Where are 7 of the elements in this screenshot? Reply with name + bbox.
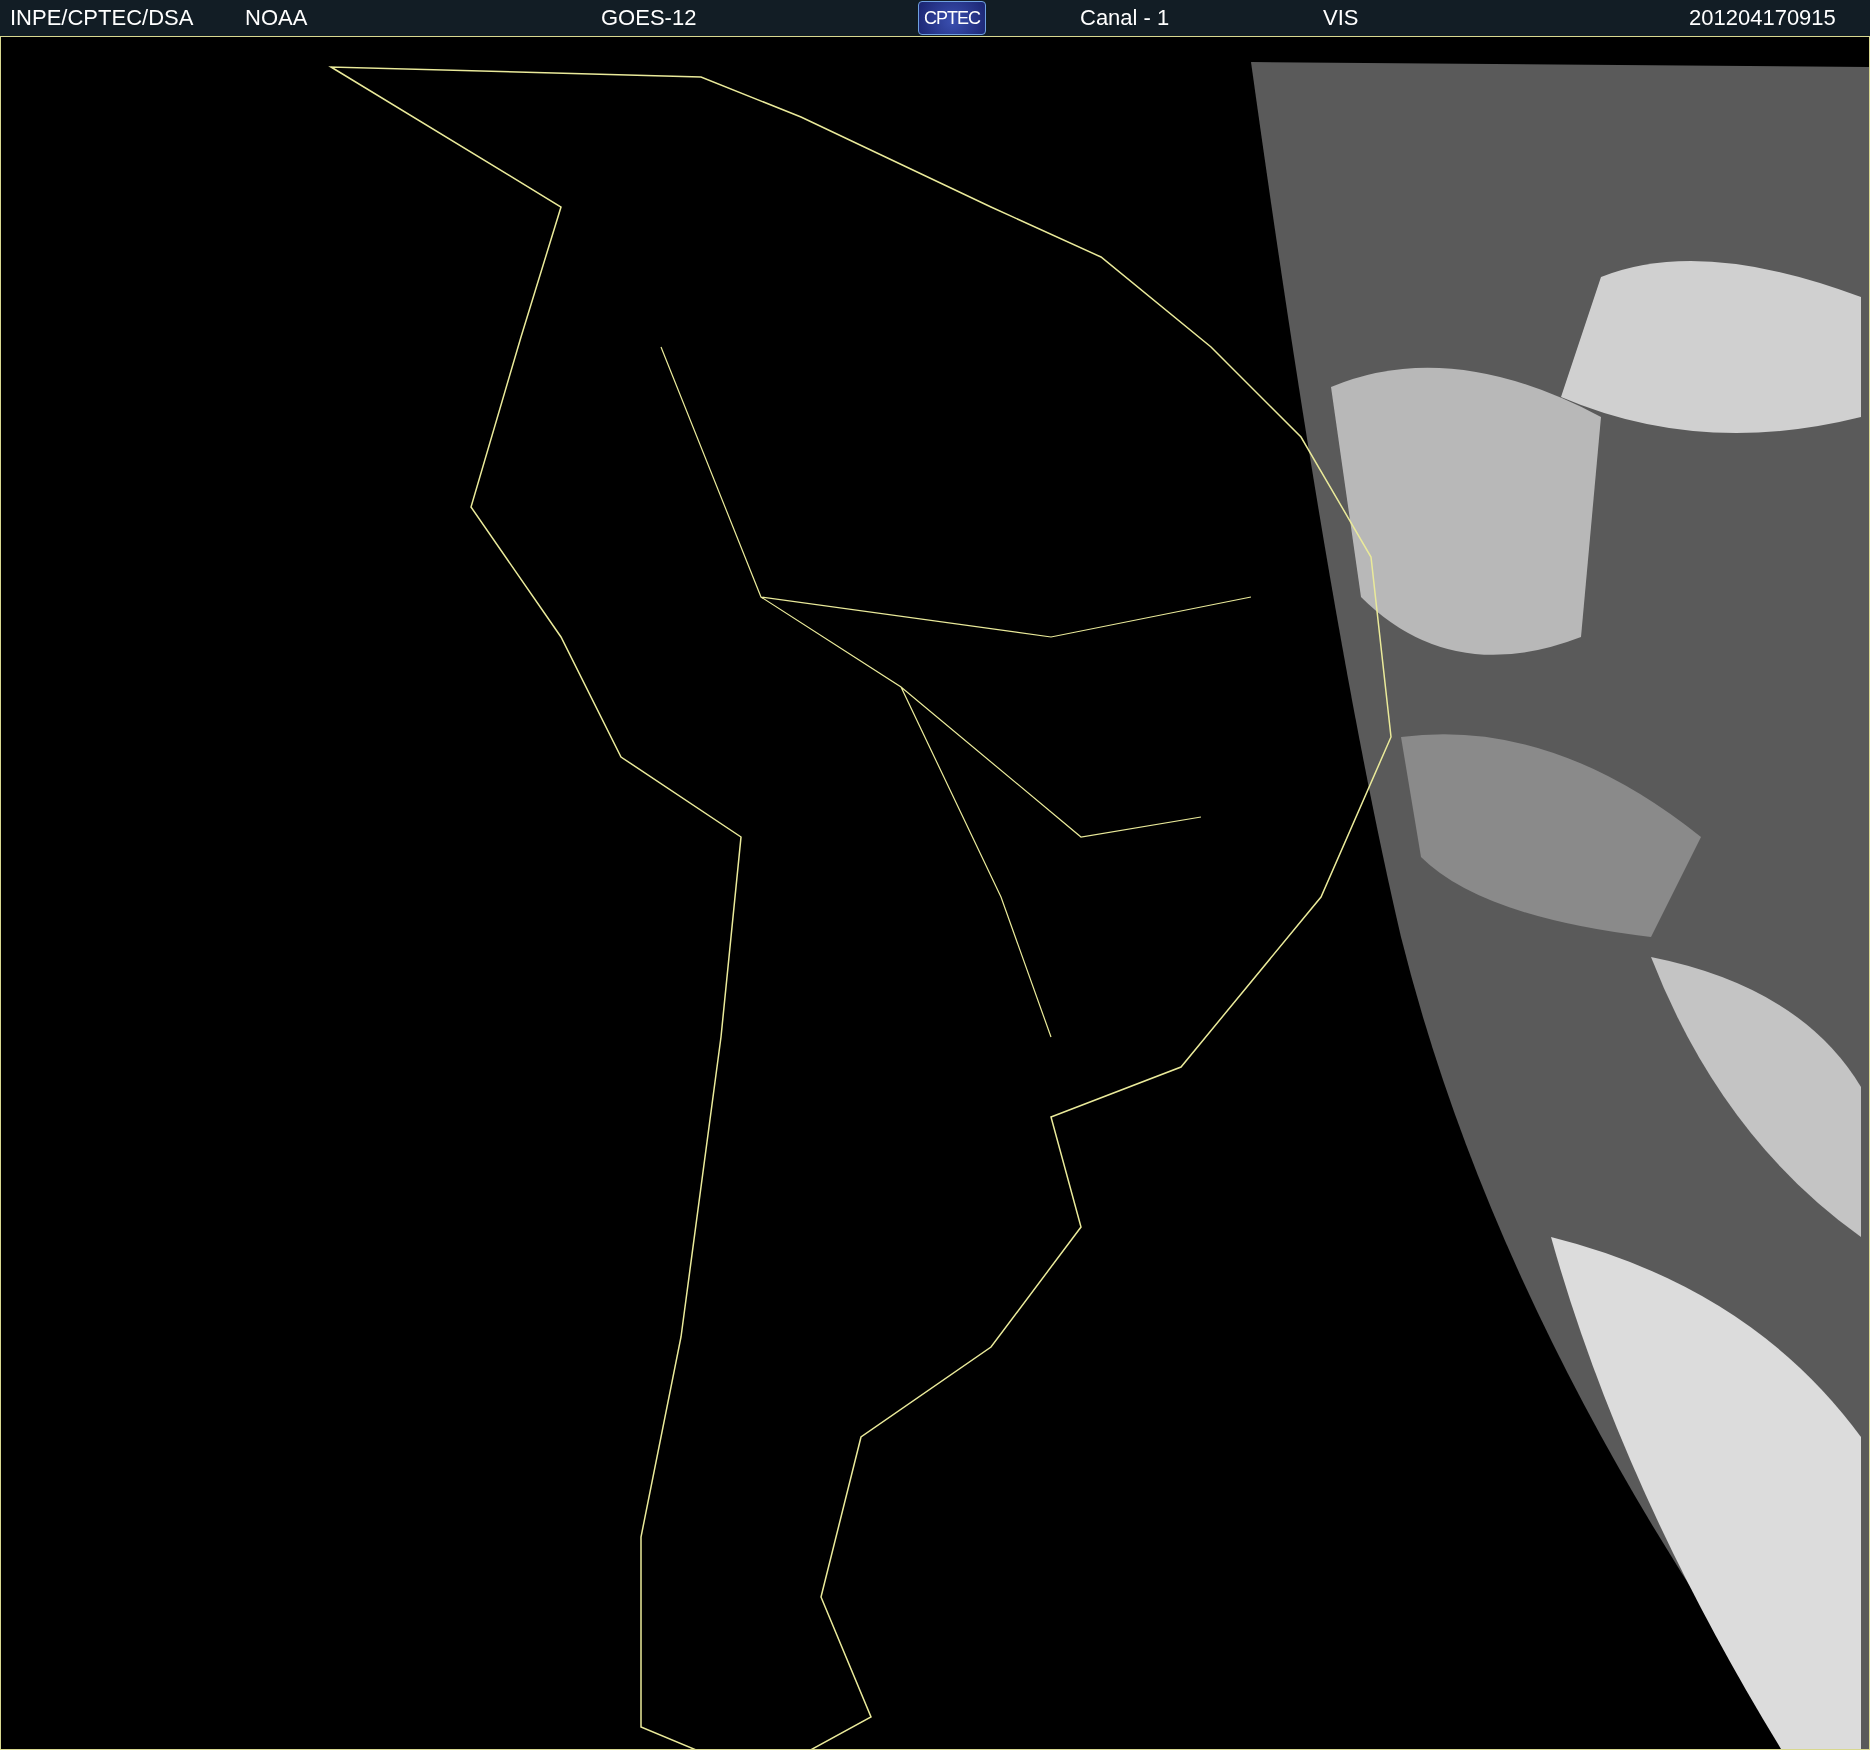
logo: CPTEC: [918, 1, 986, 35]
band-label: VIS: [1323, 5, 1360, 31]
agency-label: NOAA: [245, 5, 309, 31]
channel-label: Canal - 1: [1080, 5, 1171, 31]
source-label: INPE/CPTEC/DSA: [10, 5, 195, 31]
satellite-label: GOES-12: [601, 5, 698, 31]
timestamp-label: 201204170915: [1689, 5, 1836, 31]
